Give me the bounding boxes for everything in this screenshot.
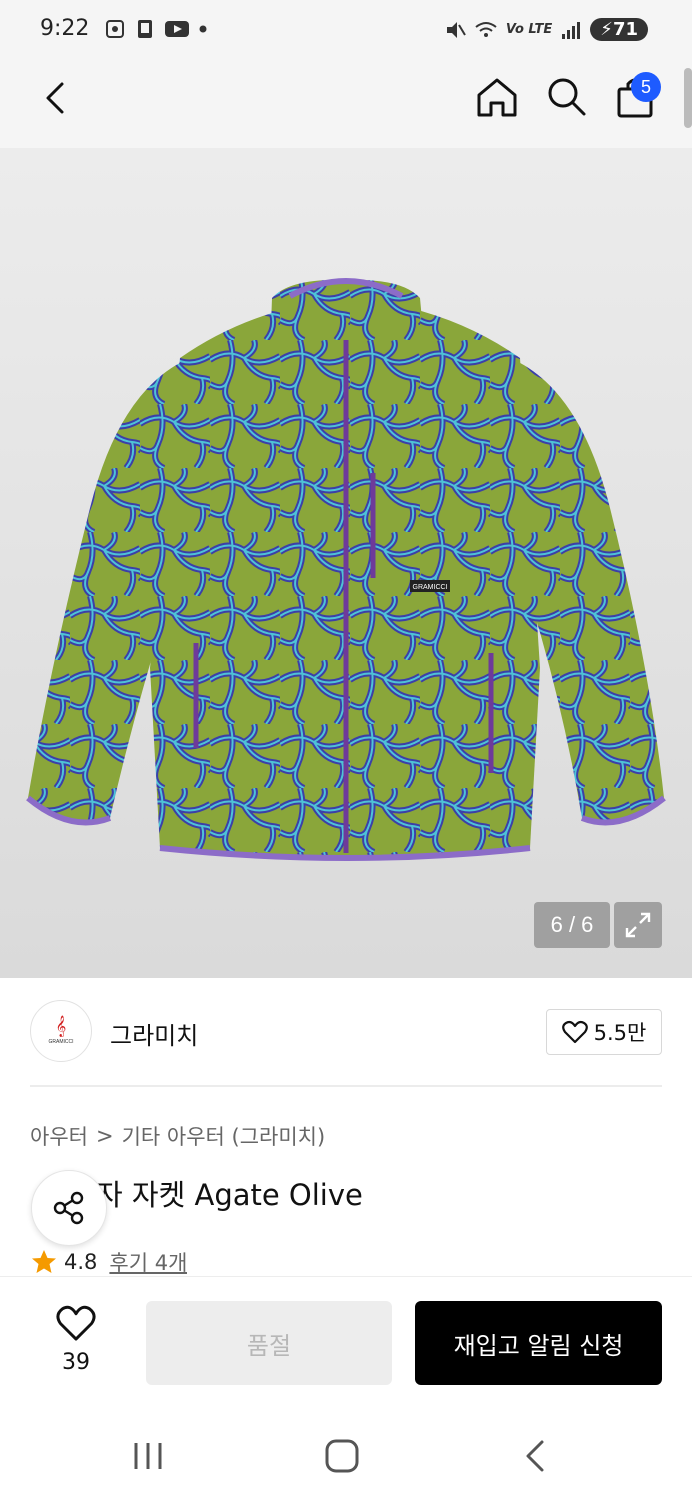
- dot-icon: [199, 25, 207, 33]
- status-bar: 9:22 Vo LTE ⚡71: [0, 0, 692, 62]
- share-icon: [53, 1191, 84, 1225]
- product-image-gallery[interactable]: GRAMICCI 6 / 6: [0, 148, 692, 978]
- breadcrumb: 아우터 > 기타 아우터 (그라미치): [30, 1121, 325, 1151]
- divider: [30, 1085, 662, 1087]
- review-link[interactable]: 후기 4개: [109, 1247, 187, 1277]
- product-title-text: 자 자켓 Agate Olive: [96, 1178, 363, 1212]
- scrollbar[interactable]: [684, 68, 692, 128]
- signal-icon: [562, 21, 581, 39]
- search-icon[interactable]: [544, 74, 588, 118]
- battery-level: 71: [612, 19, 638, 40]
- rating-value: 4.8: [64, 1250, 98, 1274]
- status-time: 9:22: [40, 16, 90, 41]
- breadcrumb-subcategory[interactable]: 기타 아우터 (그라미치): [122, 1121, 326, 1151]
- back-arrow-icon[interactable]: [36, 78, 76, 118]
- lte-label: Vo LTE: [505, 22, 553, 37]
- top-nav: [0, 62, 692, 148]
- brand-like-button[interactable]: 5.5만: [546, 1009, 662, 1055]
- youtube-icon: [165, 21, 189, 37]
- heart-icon: [561, 1020, 588, 1044]
- back-nav-icon[interactable]: [520, 1436, 552, 1476]
- expand-image-button[interactable]: [614, 902, 662, 948]
- status-system-icons: Vo LTE ⚡71: [444, 18, 648, 41]
- share-button[interactable]: [31, 1170, 107, 1246]
- brand-logo-mark: 𝄞: [55, 1015, 67, 1037]
- battery-indicator: ⚡71: [590, 18, 648, 41]
- brand-row: 𝄞 GRAMICCI 그라미치 5.5만: [30, 1000, 662, 1066]
- recent-apps-icon[interactable]: [128, 1440, 168, 1472]
- image-counter: 6 / 6: [534, 902, 610, 948]
- home-icon[interactable]: [474, 74, 520, 120]
- home-nav-icon[interactable]: [322, 1436, 362, 1476]
- expand-icon: [625, 912, 651, 938]
- rating-row: 4.8 후기 4개: [30, 1246, 187, 1278]
- heart-icon: [56, 1305, 96, 1341]
- soldout-button: 품절: [146, 1301, 392, 1385]
- brand-logo-text: GRAMICCI: [48, 1038, 74, 1045]
- brand-like-count: 5.5만: [593, 1021, 647, 1045]
- brand-logo[interactable]: 𝄞 GRAMICCI: [30, 1000, 92, 1062]
- jacket-brand-tag: GRAMICCI: [413, 584, 448, 591]
- status-notification-icons: [104, 18, 208, 40]
- wishlist-count: 39: [62, 1350, 90, 1375]
- screenshot-icon: [106, 20, 124, 38]
- breadcrumb-category[interactable]: 아우터: [30, 1121, 88, 1151]
- restock-alert-button[interactable]: 재입고 알림 신청: [415, 1301, 662, 1385]
- brand-name[interactable]: 그라미치: [110, 1016, 198, 1051]
- star-icon: [32, 1250, 56, 1273]
- wishlist-button[interactable]: 39: [46, 1305, 106, 1375]
- product-jacket-image: GRAMICCI: [26, 278, 666, 861]
- wifi-icon: [475, 21, 497, 37]
- cast-icon: [138, 20, 152, 38]
- breadcrumb-separator: >: [95, 1124, 114, 1148]
- bottom-action-bar: 39 품절 재입고 알림 신청: [0, 1276, 692, 1410]
- mute-icon: [446, 21, 466, 38]
- cart-count-badge: 5: [631, 72, 661, 102]
- android-nav-bar: [0, 1410, 692, 1500]
